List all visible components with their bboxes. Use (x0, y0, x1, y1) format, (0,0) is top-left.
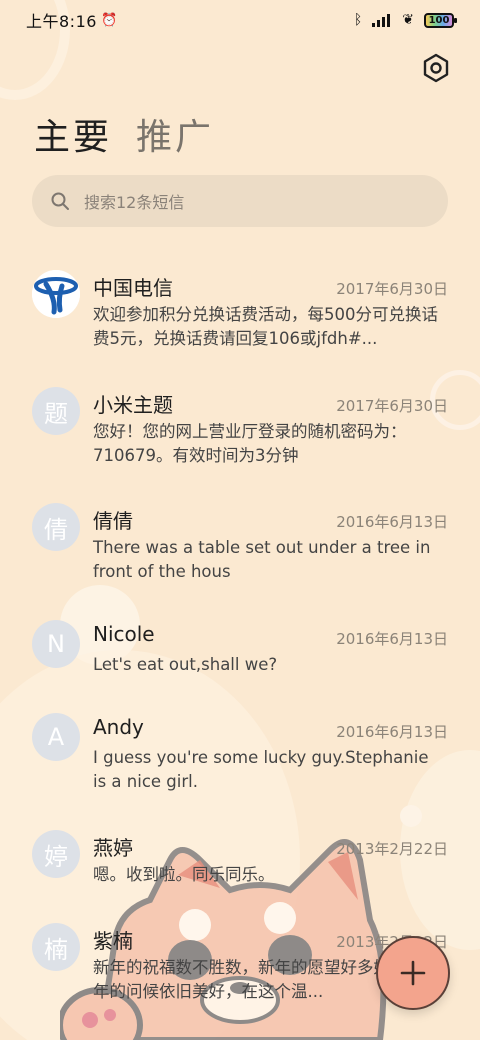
settings-icon[interactable] (420, 52, 452, 84)
contact-avatar: 楠 (32, 923, 80, 971)
message-item[interactable]: A Andy 2016年6月13日 I guess you're some lu… (0, 713, 480, 803)
china-telecom-logo-avatar (32, 270, 80, 318)
message-preview: 欢迎参加积分兑换话费活动，每500分可兑换话费5元，兑换话费请回复106或jfd… (93, 305, 438, 348)
contact-name: 中国电信 (93, 276, 173, 300)
contact-avatar: 题 (32, 387, 80, 435)
contact-name: Andy (93, 715, 144, 739)
contact-name: 小米主题 (93, 393, 173, 417)
message-preview: Let's eat out,shall we? (93, 655, 278, 674)
tab-main[interactable]: 主要 (34, 108, 112, 160)
message-date: 2017年6月30日 (336, 397, 448, 415)
contact-name: 燕婷 (93, 836, 133, 860)
contact-avatar: 倩 (32, 503, 80, 551)
message-preview: I guess you're some lucky guy.Stephanie … (93, 748, 429, 791)
message-item[interactable]: 倩 倩倩 2016年6月13日 There was a table set ou… (0, 503, 480, 593)
contact-avatar: 婷 (32, 830, 80, 878)
message-date: 2016年6月13日 (336, 723, 448, 741)
alarm-icon: ⏰ (100, 12, 118, 28)
contact-name: 紫楠 (93, 929, 133, 953)
message-date: 2016年6月13日 (336, 513, 448, 531)
leaf-icon: ❦ (402, 12, 414, 28)
status-bar: 上午8:16 ⏰ ᛒ ❦ 100 (0, 0, 480, 40)
search-bar[interactable]: 搜索12条短信 (32, 175, 448, 227)
message-preview: There was a table set out under a tree i… (93, 538, 431, 581)
contact-avatar: A (32, 713, 80, 761)
tab-promotion[interactable]: 推广 (136, 108, 214, 160)
message-preview: 嗯。收到啦。同乐同乐。 (93, 865, 275, 884)
search-icon (51, 192, 69, 210)
status-time: 上午8:16 (26, 12, 97, 31)
bluetooth-icon: ᛒ (353, 12, 363, 28)
message-date: 2017年6月30日 (336, 280, 448, 298)
search-placeholder: 搜索12条短信 (84, 193, 185, 212)
message-item[interactable]: N Nicole 2016年6月13日 Let's eat out,shall … (0, 620, 480, 690)
battery-icon: 100 (424, 12, 457, 28)
message-date: 2013年2月22日 (336, 840, 448, 858)
signal-icon (372, 14, 391, 27)
contact-name: 倩倩 (93, 509, 133, 533)
plus-icon (400, 960, 426, 986)
message-preview: 您好！您的网上营业厅登录的随机密码为：710679。有效时间为3分钟 (93, 422, 407, 465)
contact-name: Nicole (93, 622, 155, 646)
new-message-button[interactable] (376, 936, 450, 1010)
message-item[interactable]: 中国电信 2017年6月30日 欢迎参加积分兑换话费活动，每500分可兑换话费5… (0, 270, 480, 380)
message-item[interactable]: 题 小米主题 2017年6月30日 您好！您的网上营业厅登录的随机密码为：710… (0, 387, 480, 477)
message-date: 2016年6月13日 (336, 630, 448, 648)
tab-bar: 主要 推广 (34, 108, 214, 160)
contact-avatar: N (32, 620, 80, 668)
message-item[interactable]: 婷 燕婷 2013年2月22日 嗯。收到啦。同乐同乐。 (0, 830, 480, 900)
